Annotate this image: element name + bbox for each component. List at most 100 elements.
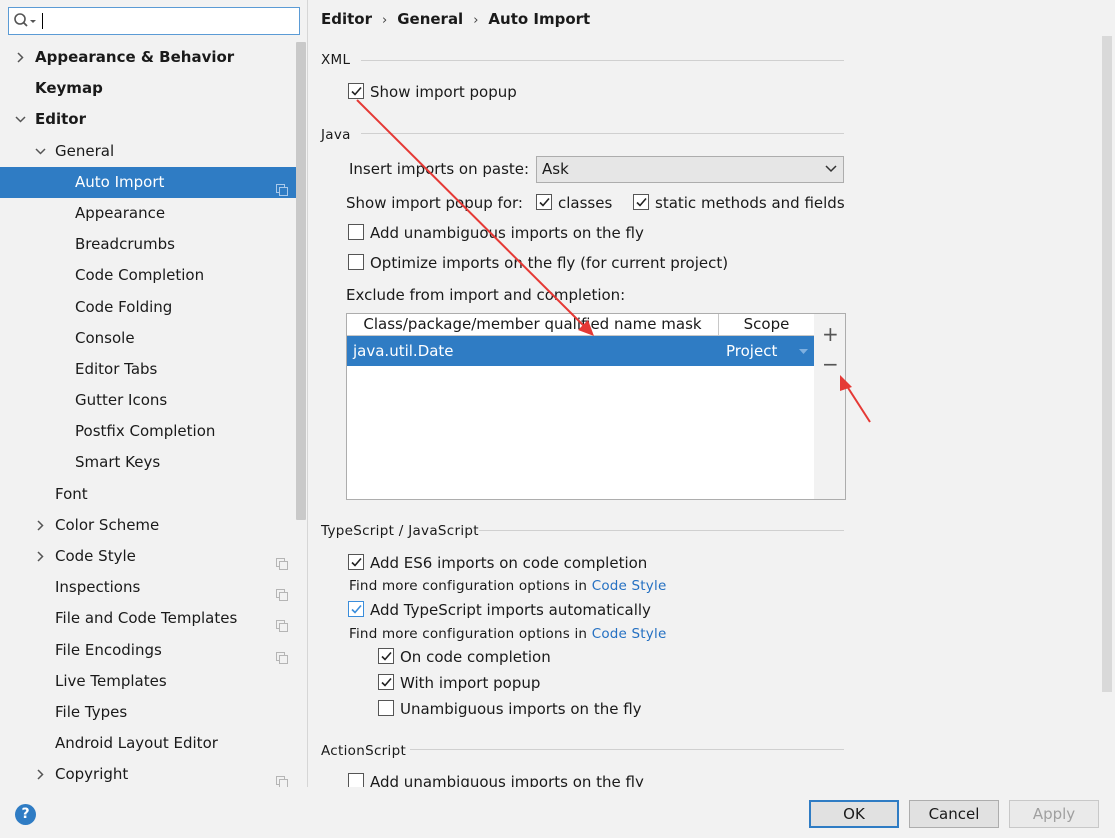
table-row[interactable]: java.util.Date Project [347,336,814,366]
sidebar-item-editor-tabs[interactable]: Editor Tabs [0,354,296,385]
optimize-imports-option[interactable]: Optimize imports on the fly (for current… [348,254,728,272]
sidebar-item-label: Code Completion [75,266,205,285]
sidebar-item-label: Breadcrumbs [75,235,175,254]
apply-button[interactable]: Apply [1009,800,1099,828]
sidebar-item-copyright[interactable]: Copyright [0,759,296,787]
section-divider [410,749,844,750]
chevron-right-icon[interactable] [35,541,47,572]
sidebar-item-keymap[interactable]: Keymap [0,73,296,104]
chevron-down-icon [825,165,837,173]
sidebar-item-smart-keys[interactable]: Smart Keys [0,447,296,478]
chevron-down-icon[interactable] [15,104,27,135]
insert-imports-paste-select[interactable]: Ask [536,156,844,183]
on-code-completion-label: On code completion [400,648,551,666]
column-header-scope[interactable]: Scope [719,314,814,335]
chevron-right-icon[interactable] [15,42,27,73]
sidebar-item-label: File Encodings [55,640,162,659]
hint-text: Find more configuration options in [349,578,588,594]
section-title-java: Java [321,127,351,143]
unambiguous-ts-checkbox[interactable] [378,700,394,716]
content-scrollbar[interactable] [1102,36,1112,692]
classes-checkbox[interactable] [536,194,552,210]
code-style-link[interactable]: Code Style [592,626,667,642]
column-header-mask[interactable]: Class/package/member qualified name mask [347,314,719,335]
search-icon[interactable] [13,12,39,30]
cancel-button[interactable]: Cancel [909,800,999,828]
sidebar-scrollbar[interactable] [296,42,306,520]
add-unambiguous-java-checkbox[interactable] [348,224,364,240]
sidebar-item-editor[interactable]: Editor [0,104,296,135]
remove-icon[interactable]: − [822,352,839,376]
scope-dropdown-icon[interactable] [799,349,808,354]
add-unambiguous-java-option[interactable]: Add unambiguous imports on the fly [348,224,644,242]
sidebar-item-code-completion[interactable]: Code Completion [0,260,296,291]
unambiguous-ts-option[interactable]: Unambiguous imports on the fly [378,700,642,718]
es6-hint: Find more configuration options in Code … [349,578,666,594]
classes-option[interactable]: classes [536,194,612,212]
project-scope-icon [276,612,288,633]
sidebar-item-android-layout-editor[interactable]: Android Layout Editor [0,728,296,759]
on-code-completion-option[interactable]: On code completion [378,648,551,666]
with-import-popup-option[interactable]: With import popup [378,674,540,692]
show-import-popup-for-label: Show import popup for: [346,194,523,212]
sidebar-item-label: Android Layout Editor [55,734,218,753]
breadcrumb-item[interactable]: General [397,10,463,28]
show-import-popup-xml-label: Show import popup [370,83,517,101]
breadcrumb: Editor › General › Auto Import [321,10,590,32]
search-input[interactable] [8,7,300,35]
sidebar-item-inspections[interactable]: Inspections [0,572,296,603]
add-ts-imports-option[interactable]: Add TypeScript imports automatically [348,601,651,619]
add-ts-imports-checkbox[interactable] [348,601,364,617]
sidebar-item-label: Code Style [55,547,136,565]
static-methods-checkbox[interactable] [633,194,649,210]
sidebar-item-postfix-completion[interactable]: Postfix Completion [0,416,296,447]
add-unambiguous-as-option[interactable]: Add unambiguous imports on the fly [348,773,644,787]
exclude-table-header: Class/package/member qualified name mask… [347,314,814,336]
chevron-right-icon[interactable] [35,759,47,787]
help-icon[interactable]: ? [15,804,36,825]
ok-button[interactable]: OK [809,800,899,828]
show-import-popup-xml-checkbox[interactable] [348,83,364,99]
add-es6-imports-checkbox[interactable] [348,554,364,570]
section-title-actionscript: ActionScript [321,743,407,759]
sidebar-item-auto-import[interactable]: Auto Import [0,166,296,198]
sidebar-item-appearance[interactable]: Appearance [0,198,296,229]
code-style-link[interactable]: Code Style [592,578,667,594]
section-divider [479,530,844,531]
sidebar-item-code-style[interactable]: Code Style [0,541,296,572]
sidebar-item-font[interactable]: Font [0,479,296,510]
sidebar-item-color-scheme[interactable]: Color Scheme [0,510,296,541]
chevron-right-icon[interactable] [35,510,47,541]
unambiguous-ts-label: Unambiguous imports on the fly [400,700,642,718]
sidebar-item-console[interactable]: Console [0,323,296,354]
with-import-popup-checkbox[interactable] [378,674,394,690]
sidebar-item-gutter-icons[interactable]: Gutter Icons [0,385,296,416]
sidebar-item-code-folding[interactable]: Code Folding [0,292,296,323]
sidebar-item-label: Keymap [35,79,103,98]
add-unambiguous-as-checkbox[interactable] [348,773,364,787]
static-methods-option[interactable]: static methods and fields [633,194,845,212]
on-code-completion-checkbox[interactable] [378,648,394,664]
sidebar-item-breadcrumbs[interactable]: Breadcrumbs [0,229,296,260]
show-import-popup-xml-option[interactable]: Show import popup [348,83,517,101]
chevron-down-icon[interactable] [35,136,47,167]
sidebar-item-file-and-code-templates[interactable]: File and Code Templates [0,603,296,634]
add-icon[interactable]: + [822,322,839,346]
sidebar-item-label: Gutter Icons [75,391,168,410]
scope-cell[interactable]: Project [726,336,777,366]
optimize-imports-checkbox[interactable] [348,254,364,270]
sidebar-item-live-templates[interactable]: Live Templates [0,666,296,697]
sidebar-item-file-encodings[interactable]: File Encodings [0,635,296,666]
insert-imports-paste-value: Ask [542,160,569,178]
add-es6-imports-option[interactable]: Add ES6 imports on code completion [348,554,647,572]
static-methods-label: static methods and fields [655,194,845,212]
mask-cell[interactable]: java.util.Date [353,336,454,366]
sidebar-item-appearance-behavior[interactable]: Appearance & Behavior [0,42,296,73]
add-unambiguous-as-label: Add unambiguous imports on the fly [370,773,644,787]
project-scope-icon [276,644,288,664]
sidebar-item-label: Appearance & Behavior [35,48,235,66]
settings-content: Editor › General › Auto Import XML Show impo… [309,0,1115,787]
sidebar-item-general[interactable]: General [0,136,296,167]
breadcrumb-item[interactable]: Editor [321,10,372,28]
sidebar-item-file-types[interactable]: File Types [0,697,296,728]
